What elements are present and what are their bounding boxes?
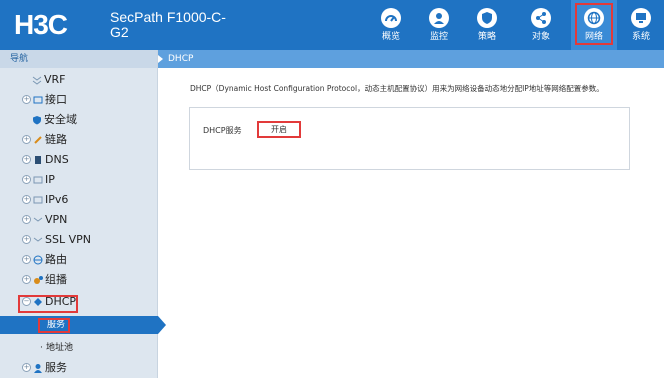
sidebar-item-ipv6[interactable]: + IPv6 bbox=[0, 190, 158, 210]
sidebar-item-label: 地址池 bbox=[46, 343, 74, 353]
interface-icon bbox=[33, 96, 43, 104]
sidebar-item-ip[interactable]: + IP bbox=[0, 170, 158, 190]
expand-icon[interactable]: + bbox=[22, 363, 31, 372]
routing-icon bbox=[33, 255, 43, 265]
users-icon bbox=[34, 364, 42, 373]
nav-policy-label: 策略 bbox=[477, 32, 496, 42]
multicast-icon bbox=[34, 276, 43, 284]
product-name: SecPath F1000-C-G2 bbox=[110, 9, 226, 40]
breadcrumb-arrow-icon bbox=[158, 55, 163, 63]
shield-icon bbox=[33, 116, 41, 125]
ip-icon bbox=[33, 176, 43, 184]
nav-network[interactable]: 网络 bbox=[571, 0, 617, 50]
sidebar-item-label: SSL VPN bbox=[45, 233, 91, 246]
sidebar-item-label: 服务 bbox=[45, 361, 67, 374]
nav-dashboard[interactable]: 概览 bbox=[368, 0, 414, 50]
link-icon bbox=[34, 136, 42, 144]
system-icon bbox=[631, 8, 651, 28]
ipv6-icon bbox=[33, 196, 43, 204]
vpn-icon bbox=[33, 217, 43, 222]
h3c-logo: H3C bbox=[14, 9, 68, 40]
expand-icon[interactable]: + bbox=[22, 135, 31, 144]
sidebar-item-link[interactable]: + 链路 bbox=[0, 130, 158, 150]
nav-monitor-label: 监控 bbox=[429, 32, 448, 42]
dashboard-icon bbox=[381, 8, 401, 28]
sidebar-item-label: 组播 bbox=[45, 273, 67, 286]
expand-icon[interactable]: + bbox=[22, 175, 31, 184]
shield-icon bbox=[477, 8, 497, 28]
nav-system-label: 系统 bbox=[631, 32, 650, 42]
sidebar-item-security-zone[interactable]: 安全域 bbox=[0, 110, 158, 130]
sidebar-item-label: VPN bbox=[45, 213, 68, 226]
nav-system[interactable]: 系统 bbox=[618, 0, 664, 50]
expand-icon[interactable]: + bbox=[22, 155, 31, 164]
nav-dashboard-label: 概览 bbox=[381, 32, 400, 42]
expand-icon[interactable]: + bbox=[22, 275, 31, 284]
nav-monitor[interactable]: 监控 bbox=[416, 0, 462, 50]
sidebar-item-services[interactable]: + 服务 bbox=[0, 358, 158, 378]
sidebar-item-label: VRF bbox=[44, 73, 66, 86]
ssl-vpn-icon bbox=[33, 237, 43, 242]
sidebar-item-label: 安全域 bbox=[44, 113, 77, 126]
highlight-box bbox=[18, 295, 78, 313]
share-icon bbox=[531, 8, 551, 28]
dhcp-service-label: DHCP服务 bbox=[203, 126, 242, 135]
sidebar-item-ssl-vpn[interactable]: + SSL VPN bbox=[0, 230, 158, 250]
expand-icon[interactable]: + bbox=[22, 195, 31, 204]
sidebar-item-vpn[interactable]: + VPN bbox=[0, 210, 158, 230]
sidebar-item-label: IP bbox=[45, 173, 55, 186]
page-description: DHCP（Dynamic Host Configuration Protocol… bbox=[190, 84, 604, 93]
dhcp-service-toggle[interactable]: 开启 bbox=[257, 121, 301, 138]
sidebar-item-routing[interactable]: + 路由 bbox=[0, 250, 158, 270]
sidebar-item-address-pool[interactable]: · 地址池 bbox=[0, 338, 158, 358]
sidebar-item-dhcp-service[interactable]: 服务 bbox=[0, 316, 166, 334]
nav-object[interactable]: 对象 bbox=[518, 0, 564, 50]
sidebar-item-multicast[interactable]: + 组播 bbox=[0, 270, 158, 290]
sidebar: 导航 VRF + 接口 安全域 + 链路 + DNS + IP + IPv6 +… bbox=[0, 50, 166, 378]
highlight-box bbox=[38, 318, 70, 333]
expand-icon[interactable]: + bbox=[22, 215, 31, 224]
nav-policy[interactable]: 策略 bbox=[464, 0, 510, 50]
sidebar-item-label: DNS bbox=[45, 153, 69, 166]
sidebar-item-label: 链路 bbox=[45, 133, 67, 146]
expand-icon[interactable]: + bbox=[22, 235, 31, 244]
vrf-icon bbox=[32, 76, 42, 85]
server-icon bbox=[35, 156, 41, 164]
sidebar-title: 导航 bbox=[0, 50, 157, 68]
expand-icon[interactable]: + bbox=[22, 255, 31, 264]
monitor-icon bbox=[429, 8, 449, 28]
globe-icon bbox=[584, 8, 604, 28]
sidebar-item-dns[interactable]: + DNS bbox=[0, 150, 158, 170]
breadcrumb-text[interactable]: DHCP bbox=[168, 50, 193, 68]
sidebar-item-vrf[interactable]: VRF bbox=[0, 70, 158, 90]
nav-object-label: 对象 bbox=[531, 32, 550, 42]
bullet-icon: · bbox=[40, 343, 43, 353]
top-header: H3C SecPath F1000-C-G2 概览 监控 策略 对象 网络 系统 bbox=[0, 0, 664, 50]
dhcp-service-panel bbox=[189, 107, 630, 170]
sidebar-item-label: 路由 bbox=[45, 253, 67, 266]
sidebar-item-interface[interactable]: + 接口 bbox=[0, 90, 158, 110]
expand-icon[interactable]: + bbox=[22, 95, 31, 104]
sidebar-item-label: IPv6 bbox=[45, 193, 69, 206]
breadcrumb: DHCP bbox=[158, 50, 664, 68]
sidebar-item-label: 接口 bbox=[45, 93, 67, 106]
